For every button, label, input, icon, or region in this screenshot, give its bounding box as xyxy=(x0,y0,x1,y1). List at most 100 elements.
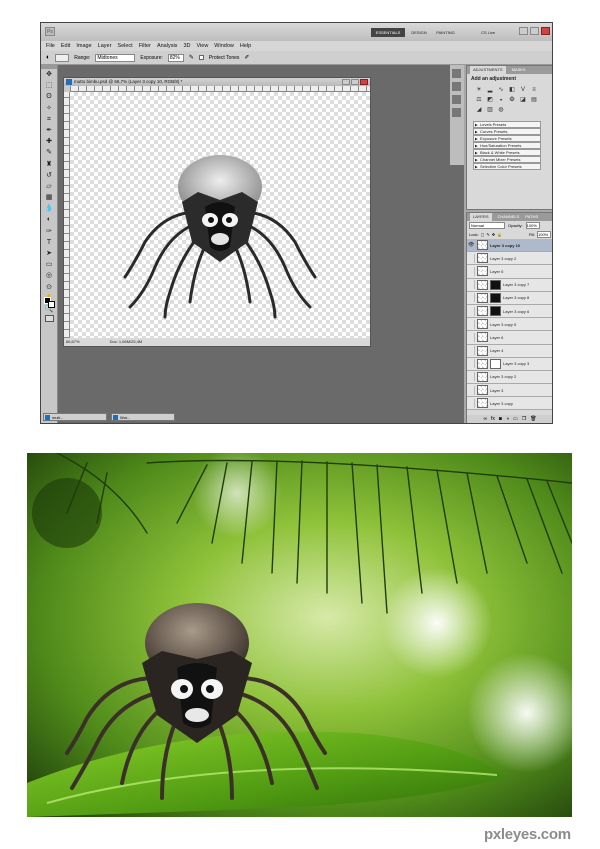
curves-icon[interactable]: ∿ xyxy=(497,87,505,94)
threshold-icon[interactable]: ◢ xyxy=(475,107,483,114)
exposure-icon[interactable]: ◧ xyxy=(508,87,516,94)
crop-tool-icon[interactable]: ⌗ xyxy=(45,115,54,124)
minimized-document-1[interactable]: mutt... xyxy=(43,413,107,421)
delete-layer-icon[interactable]: 🗑 xyxy=(530,415,536,423)
lasso-tool-icon[interactable]: ʘ xyxy=(45,92,54,101)
black-white-icon[interactable]: ◩ xyxy=(486,97,494,104)
cs-live-button[interactable]: CS Live xyxy=(481,28,511,37)
preset-black-white[interactable]: Black & White Presets xyxy=(473,149,541,156)
exposure-input[interactable]: 82% xyxy=(167,53,184,62)
zoom-level[interactable]: 66,67% xyxy=(66,338,80,346)
menu-file[interactable]: File xyxy=(46,43,55,49)
blur-tool-icon[interactable]: 💧 xyxy=(45,204,54,213)
visibility-eye-icon[interactable] xyxy=(468,346,475,356)
fill-input[interactable]: 100% xyxy=(537,231,551,238)
color-panel-icon[interactable] xyxy=(452,95,461,104)
visibility-eye-icon[interactable]: 👁 xyxy=(468,240,475,250)
tablet-pressure-icon[interactable]: ✐ xyxy=(244,54,249,61)
menu-image[interactable]: Image xyxy=(76,43,91,49)
lock-all-icon[interactable]: 🔒 xyxy=(497,232,502,237)
visibility-eye-icon[interactable] xyxy=(468,332,475,342)
preset-curves[interactable]: Curves Presets xyxy=(473,128,541,135)
actions-panel-icon[interactable] xyxy=(452,82,461,91)
visibility-eye-icon[interactable] xyxy=(468,253,475,263)
airbrush-icon[interactable]: ✎ xyxy=(189,54,194,61)
pen-tool-icon[interactable]: ✑ xyxy=(45,227,54,236)
menu-view[interactable]: View xyxy=(196,43,208,49)
dodge-tool-icon[interactable]: ◐ xyxy=(45,215,54,224)
menu-window[interactable]: Window xyxy=(214,43,234,49)
path-select-tool-icon[interactable]: ➤ xyxy=(45,249,54,258)
selective-color-icon[interactable]: ◍ xyxy=(497,107,505,114)
close-icon[interactable] xyxy=(541,27,550,35)
move-tool-icon[interactable]: ✥ xyxy=(45,70,54,79)
add-mask-icon[interactable]: ◙ xyxy=(499,415,502,423)
preset-channel-mixer[interactable]: Channel Mixer Presets xyxy=(473,156,541,163)
layer-row[interactable]: 👁 Layer 3 copy 10 xyxy=(467,239,552,253)
levels-icon[interactable]: ▂ xyxy=(486,87,494,94)
layer-row[interactable]: Layer 3 copy 2 xyxy=(467,252,552,266)
visibility-eye-icon[interactable] xyxy=(468,266,475,276)
visibility-eye-icon[interactable] xyxy=(468,319,475,329)
document-canvas[interactable] xyxy=(70,92,370,338)
shape-tool-icon[interactable]: ▭ xyxy=(45,260,54,269)
preset-hue-saturation[interactable]: Hue/Saturation Presets xyxy=(473,142,541,149)
layer-row[interactable]: Layer 4 xyxy=(467,344,552,358)
document-window-controls[interactable] xyxy=(342,79,368,85)
layer-row[interactable]: Layer 3 copy 2 xyxy=(467,370,552,385)
adjustment-layer-icon[interactable]: ◑ xyxy=(506,415,509,423)
vibrance-icon[interactable]: V xyxy=(519,87,527,94)
layer-row[interactable]: Layer 3 copy 3 xyxy=(467,357,552,371)
layer-row[interactable]: Layer 3 copy 8 xyxy=(467,291,552,305)
color-balance-icon[interactable]: ⚖ xyxy=(475,97,483,104)
swatches-panel-icon[interactable] xyxy=(452,108,461,117)
brightness-icon[interactable]: ☀ xyxy=(475,87,483,94)
menu-analysis[interactable]: Analysis xyxy=(157,43,177,49)
layer-row[interactable]: Layer 5 xyxy=(467,265,552,279)
layer-row[interactable]: Layer 3 copy 6 xyxy=(467,304,552,319)
group-icon[interactable]: ▭ xyxy=(513,415,518,423)
visibility-eye-icon[interactable] xyxy=(468,280,475,290)
menu-3d[interactable]: 3D xyxy=(183,43,190,49)
preset-levels[interactable]: Levels Presets xyxy=(473,121,541,128)
menu-filter[interactable]: Filter xyxy=(139,43,151,49)
posterize-icon[interactable]: ▤ xyxy=(530,97,538,104)
protect-tones-checkbox[interactable] xyxy=(198,55,204,60)
maximize-icon[interactable] xyxy=(351,79,359,85)
menu-select[interactable]: Select xyxy=(117,43,132,49)
lock-image-icon[interactable]: ✎ xyxy=(486,232,489,237)
brush-tool-icon[interactable]: ✎ xyxy=(45,148,54,157)
visibility-eye-icon[interactable] xyxy=(468,359,475,369)
opacity-input[interactable]: 100% xyxy=(525,222,540,229)
menu-layer[interactable]: Layer xyxy=(98,43,112,49)
visibility-eye-icon[interactable] xyxy=(468,372,475,382)
blend-mode-select[interactable]: Normal xyxy=(469,222,505,229)
marquee-tool-icon[interactable]: ⬚ xyxy=(45,81,54,90)
gradient-tool-icon[interactable]: ▦ xyxy=(45,193,54,202)
minimize-icon[interactable] xyxy=(519,27,528,35)
document-info[interactable]: Doc: 1,66M/25,4M xyxy=(110,338,143,346)
quick-select-tool-icon[interactable]: ✧ xyxy=(45,104,54,113)
layer-row[interactable]: Layer 3 xyxy=(467,384,552,398)
window-controls[interactable] xyxy=(519,27,551,36)
maximize-icon[interactable] xyxy=(530,27,539,35)
3d-orbit-tool-icon[interactable]: ⊙ xyxy=(45,283,54,292)
workspace-essentials-button[interactable]: ESSENTIALS xyxy=(371,28,405,37)
menu-edit[interactable]: Edit xyxy=(61,43,70,49)
history-panel-icon[interactable] xyxy=(452,69,461,78)
visibility-eye-icon[interactable] xyxy=(468,293,475,303)
visibility-eye-icon[interactable] xyxy=(468,398,475,408)
close-icon[interactable] xyxy=(360,79,368,85)
visibility-eye-icon[interactable] xyxy=(468,385,475,395)
hue-saturation-icon[interactable]: ≡ xyxy=(530,87,538,94)
3d-rotate-tool-icon[interactable]: ◎ xyxy=(45,271,54,280)
dodge-tool-icon[interactable]: ◐ xyxy=(46,54,50,61)
quick-mask-icon[interactable] xyxy=(45,315,54,322)
eraser-tool-icon[interactable]: ▱ xyxy=(45,182,54,191)
background-color-swatch[interactable] xyxy=(48,301,55,308)
lock-transparency-icon[interactable]: ▢ xyxy=(481,232,485,237)
menu-help[interactable]: Help xyxy=(240,43,251,49)
tab-channels[interactable]: CHANNELS xyxy=(498,213,520,221)
new-layer-icon[interactable]: ❐ xyxy=(522,415,526,423)
layer-row[interactable]: Layer 3 copy 5 xyxy=(467,318,552,332)
